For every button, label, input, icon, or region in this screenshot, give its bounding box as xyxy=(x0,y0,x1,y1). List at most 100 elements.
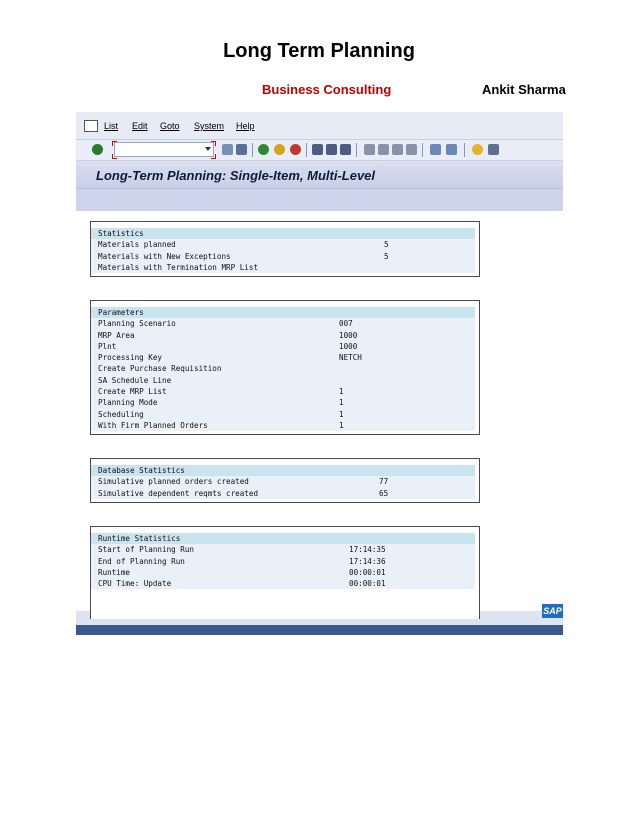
menu-item-goto[interactable]: Goto xyxy=(160,121,180,131)
row-label: Planning Mode xyxy=(98,398,158,408)
document-title: Long Term Planning xyxy=(223,40,415,62)
cancel-icon[interactable] xyxy=(290,144,301,155)
document-subtitle-author: Ankit Sharma xyxy=(482,82,566,97)
row-value: 65 xyxy=(379,488,389,498)
row-label: With Firm Planned Orders xyxy=(98,420,208,430)
section-header: Statistics xyxy=(91,228,475,240)
row-label: SA Schedule Line xyxy=(98,375,172,385)
row-label: Processing Key xyxy=(98,353,163,363)
row-label: Scheduling xyxy=(98,409,144,419)
list-item: Simulative dependent reqmts created 65 xyxy=(91,487,475,499)
back-arrow-icon[interactable] xyxy=(222,144,233,155)
section-header: Parameters xyxy=(91,307,475,319)
row-value: 17:14:35 xyxy=(349,545,386,555)
row-label: Materials with New Exceptions xyxy=(98,251,231,261)
database-statistics-box: Database Statistics Simulative planned o… xyxy=(90,458,480,503)
row-label: Start of Planning Run xyxy=(98,545,195,555)
row-label: Create MRP List xyxy=(98,387,167,397)
section-header: Runtime Statistics xyxy=(91,533,475,545)
find-icon[interactable] xyxy=(326,144,337,155)
screen-title: Long-Term Planning: Single-Item, Multi-L… xyxy=(96,168,376,183)
row-label: Planning Scenario xyxy=(98,319,176,329)
row-label: Plnt xyxy=(98,341,117,351)
row-label: Create Purchase Requisition xyxy=(98,364,222,374)
list-item: CPU Time: Update 00:00:01 xyxy=(91,578,475,590)
next-page-icon[interactable] xyxy=(392,144,403,155)
statistics-box: Statistics Materials planned 5 Materials … xyxy=(90,221,480,278)
menu-item-edit[interactable]: Edit xyxy=(132,121,148,131)
row-value: 17:14:36 xyxy=(349,556,386,566)
row-value: 1 xyxy=(339,420,344,430)
toolbar-separator xyxy=(464,143,465,157)
menu-window-icon[interactable] xyxy=(84,120,98,132)
row-label: Simulative planned orders created xyxy=(98,477,249,487)
last-page-icon[interactable] xyxy=(406,144,417,155)
list-item: With Firm Planned Orders 1 xyxy=(91,419,475,432)
list-item: Create Purchase Requisition xyxy=(91,363,475,375)
shortcut-icon[interactable] xyxy=(446,144,457,155)
toolbar-separator xyxy=(306,143,307,157)
list-item: End of Planning Run 17:14:36 xyxy=(91,555,475,567)
list-item: Create MRP List 1 xyxy=(91,386,475,398)
row-value: 00:00:01 xyxy=(349,567,386,577)
standard-toolbar xyxy=(76,140,563,161)
menu-item-help-label: Help xyxy=(236,121,255,131)
new-session-icon[interactable] xyxy=(430,144,441,155)
list-item: Planning Scenario 007 xyxy=(91,318,475,330)
list-item: MRP Area 1000 xyxy=(91,329,475,341)
layout-menu-icon[interactable] xyxy=(488,144,499,155)
command-field[interactable] xyxy=(114,142,214,157)
row-label: Runtime xyxy=(98,567,131,577)
list-content: Statistics Materials planned 5 Materials … xyxy=(76,211,563,619)
menu-item-help[interactable]: Help xyxy=(236,121,255,131)
save-icon[interactable] xyxy=(236,144,247,155)
list-item: Simulative planned orders created 77 xyxy=(91,476,475,488)
toolbar-separator xyxy=(252,143,253,157)
section-header: Database Statistics xyxy=(91,465,475,477)
enter-check-icon[interactable] xyxy=(92,144,103,155)
list-item: Materials with New Exceptions 5 xyxy=(91,250,475,262)
chevron-down-icon[interactable] xyxy=(205,147,211,151)
row-value: 1000 xyxy=(339,330,358,340)
print-icon[interactable] xyxy=(312,144,323,155)
runtime-statistics-box: Runtime Statistics Start of Planning Run… xyxy=(90,526,480,619)
row-value: 5 xyxy=(384,240,389,250)
back-icon[interactable] xyxy=(258,144,269,155)
row-label: End of Planning Run xyxy=(98,556,185,566)
list-item: SA Schedule Line xyxy=(91,374,475,387)
menu-item-system[interactable]: System xyxy=(194,121,224,131)
help-icon[interactable] xyxy=(472,144,483,155)
row-value: 007 xyxy=(339,319,353,329)
find-next-icon[interactable] xyxy=(340,144,351,155)
focus-corner xyxy=(211,141,216,146)
focus-corner xyxy=(112,154,117,159)
row-label: MRP Area xyxy=(98,330,135,340)
toolbar-separator xyxy=(356,143,357,157)
list-item: Scheduling 1 xyxy=(91,408,475,420)
row-value: 77 xyxy=(379,477,389,487)
menu-item-list[interactable]: List xyxy=(104,121,118,131)
row-label: Simulative dependent reqmts created xyxy=(98,488,259,498)
first-page-icon[interactable] xyxy=(364,144,375,155)
screen-title-bar: Long-Term Planning: Single-Item, Multi-L… xyxy=(76,162,563,189)
list-item: Materials with Termination MRP List xyxy=(91,261,475,274)
row-value: 1 xyxy=(339,398,344,408)
row-label: Materials planned xyxy=(98,240,176,250)
row-value: 1 xyxy=(339,387,344,397)
menu-item-goto-label: Goto xyxy=(160,121,180,131)
focus-corner xyxy=(112,141,117,146)
windows-taskbar xyxy=(76,625,563,635)
focus-corner xyxy=(211,154,216,159)
document-subtitle-company: Business Consulting xyxy=(262,82,392,97)
menu-item-system-label: System xyxy=(194,121,225,131)
row-value: 5 xyxy=(384,251,389,261)
menu-item-list-label: List xyxy=(104,121,119,131)
sap-screenshot: List Edit Goto System Help Long-Term Pla… xyxy=(76,112,563,635)
previous-page-icon[interactable] xyxy=(378,144,389,155)
application-toolbar xyxy=(76,189,563,211)
exit-icon[interactable] xyxy=(274,144,285,155)
row-value: 1 xyxy=(339,409,344,419)
menu-item-edit-label: Edit xyxy=(132,121,148,131)
list-item: Plnt 1000 xyxy=(91,340,475,353)
row-label: CPU Time: Update xyxy=(98,579,172,589)
